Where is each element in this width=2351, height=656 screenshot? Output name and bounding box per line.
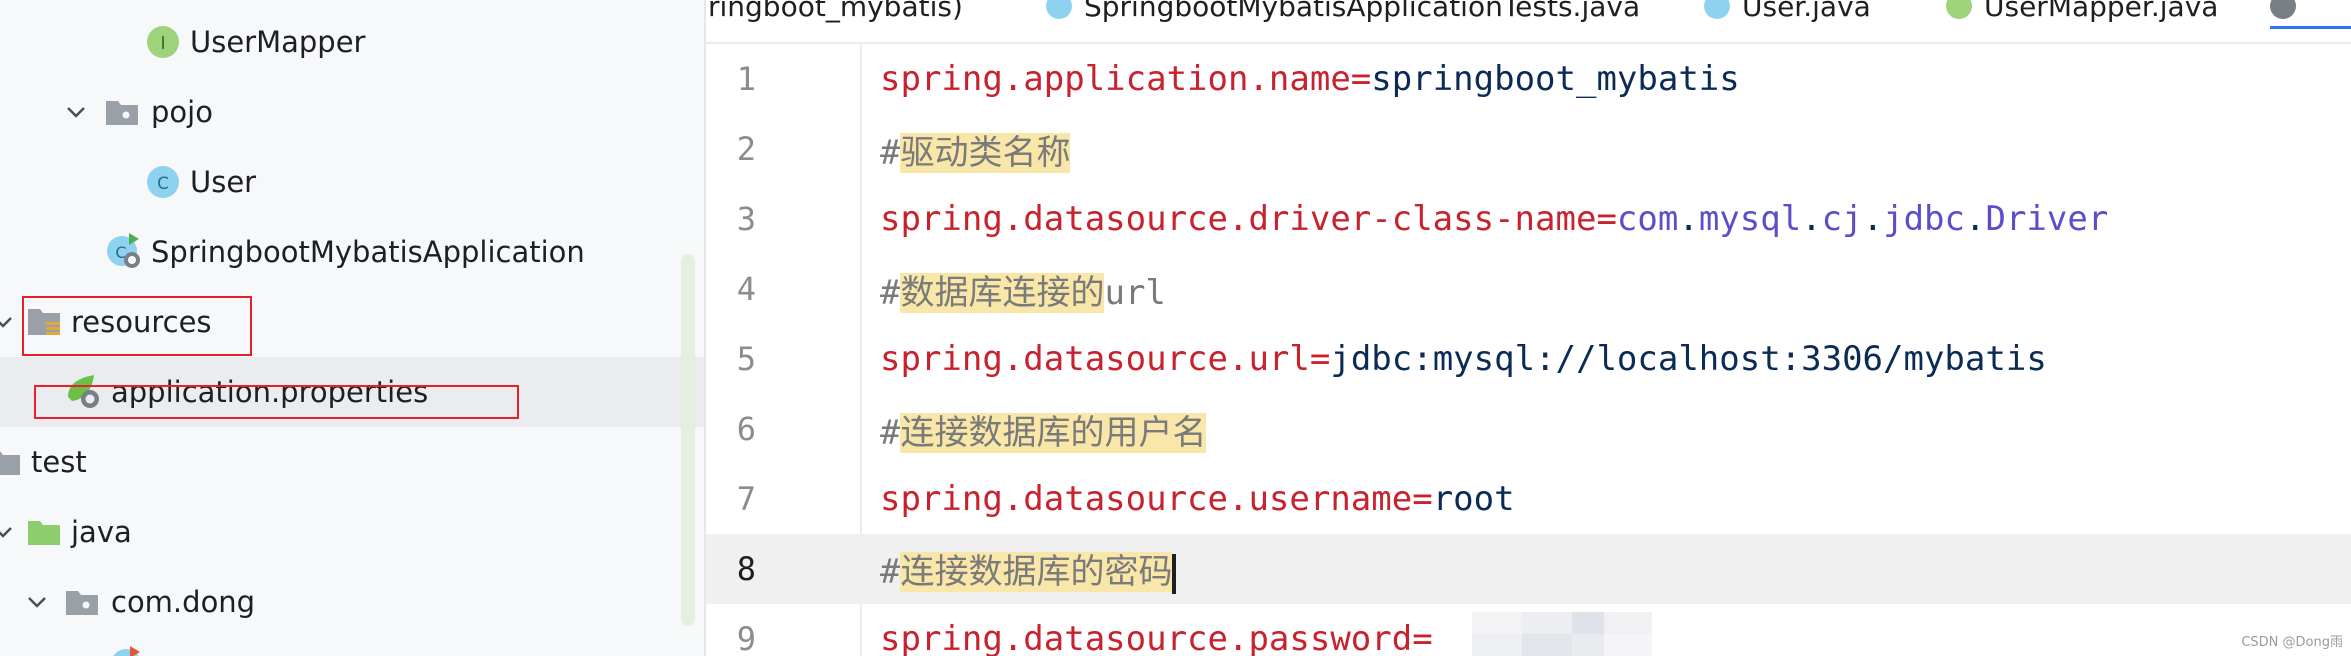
- tab-label: UserMapper.java: [1984, 0, 2219, 23]
- tree-scrollbar[interactable]: [681, 254, 695, 626]
- code-line[interactable]: 1 spring.application.name=springboot_myb…: [706, 44, 2351, 114]
- redacted-password: [1472, 612, 1652, 656]
- code-text: spring.application.name=springboot_mybat…: [880, 59, 1740, 99]
- editor-tab-bar: ringboot_mybatis) SpringbootMybatisAppli…: [706, 0, 2351, 44]
- code-line[interactable]: 4 #数据库连接的url: [706, 254, 2351, 324]
- interface-icon: [1946, 0, 1972, 19]
- tree-item-com-dong[interactable]: com.dong: [0, 567, 704, 637]
- code-text: spring.datasource.url=jdbc:mysql://local…: [880, 339, 2047, 379]
- tree-item-pojo[interactable]: pojo: [0, 77, 704, 147]
- code-text: spring.datasource.driver-class-name=com.…: [880, 199, 2109, 239]
- tree-item-usermapper[interactable]: I UserMapper: [0, 7, 704, 77]
- code-line[interactable]: 5 spring.datasource.url=jdbc:mysql://loc…: [706, 324, 2351, 394]
- project-tree-panel: I UserMapper pojo C User C SpringbootMyb…: [0, 0, 704, 656]
- code-line-current[interactable]: 8 #连接数据库的密码: [706, 534, 2351, 604]
- svg-text:I: I: [160, 33, 165, 54]
- code-text: spring.datasource.password=: [880, 619, 1433, 656]
- class-icon: [1046, 0, 1072, 19]
- line-number: 5: [736, 340, 756, 378]
- line-number: 4: [736, 270, 756, 308]
- annotation-box-application-properties: [34, 385, 519, 419]
- tree-item-label: java: [71, 515, 132, 549]
- text-caret: [1172, 553, 1177, 594]
- code-line[interactable]: 6 #连接数据库的用户名: [706, 394, 2351, 464]
- class-icon: [1704, 0, 1730, 19]
- package-folder-icon: [64, 584, 100, 620]
- tab-usermapper-java[interactable]: UserMapper.java: [1946, 0, 2218, 26]
- tree-item-label: pojo: [151, 95, 213, 129]
- code-comment: #连接数据库的用户名: [880, 412, 1207, 453]
- code-line[interactable]: 3 spring.datasource.driver-class-name=co…: [706, 184, 2351, 254]
- line-number: 2: [736, 130, 756, 168]
- code-line[interactable]: 2 #驱动类名称: [706, 114, 2351, 184]
- tree-item-test[interactable]: test: [0, 427, 704, 497]
- tree-item-springboot-app[interactable]: C SpringbootMybatisApplication: [0, 217, 704, 287]
- tab-label: User.java: [1742, 0, 1871, 23]
- chevron-down-icon[interactable]: [0, 309, 16, 335]
- line-number: 6: [736, 410, 756, 448]
- code-text: spring.datasource.username=root: [880, 479, 1515, 519]
- tab-label: SpringbootMybatisApplicationTests.java: [1084, 0, 1641, 23]
- tree-item-user[interactable]: C User: [0, 147, 704, 217]
- svg-text:C: C: [157, 174, 169, 194]
- chevron-down-icon[interactable]: [0, 519, 16, 545]
- tab-project[interactable]: ringboot_mybatis): [708, 0, 963, 26]
- tree-item-label: User: [190, 165, 257, 199]
- tree-item-label: com.dong: [111, 585, 256, 619]
- spring-boot-test-icon: [108, 646, 144, 656]
- tab-label: ringboot_mybatis): [708, 0, 963, 23]
- watermark: CSDN @Dong雨: [2241, 635, 2343, 650]
- tab-user-java[interactable]: User.java: [1704, 0, 1871, 26]
- line-number: 3: [736, 200, 756, 238]
- chevron-down-icon[interactable]: [24, 589, 50, 615]
- line-number: 8: [736, 550, 756, 588]
- line-number: 7: [736, 480, 756, 518]
- spring-properties-icon: [2270, 0, 2296, 19]
- editor-panel: ringboot_mybatis) SpringbootMybatisAppli…: [704, 0, 2351, 656]
- folder-icon: [0, 444, 22, 480]
- code-comment: #数据库连接的url: [880, 272, 1166, 313]
- chevron-down-icon[interactable]: [63, 99, 89, 125]
- tab-application-properties[interactable]: [2270, 0, 2351, 29]
- class-icon: C: [145, 164, 181, 200]
- tree-item-label: UserMapper: [190, 25, 366, 59]
- code-line[interactable]: 7 spring.datasource.username=root: [706, 464, 2351, 534]
- annotation-box-resources: [22, 296, 252, 356]
- tree-item-label: SpringbootMybatisApplication: [151, 235, 585, 269]
- test-sources-folder-icon: [26, 514, 62, 550]
- tab-springboot-tests[interactable]: SpringbootMybatisApplicationTests.java: [1046, 0, 1640, 26]
- interface-icon: I: [145, 24, 181, 60]
- code-comment: #连接数据库的密码: [880, 544, 1177, 594]
- line-number: 9: [736, 620, 756, 656]
- code-comment: #驱动类名称: [880, 132, 1071, 173]
- package-folder-icon: [104, 94, 140, 130]
- spring-boot-app-icon: C: [104, 231, 144, 271]
- tree-item-label: test: [31, 445, 87, 479]
- line-number: 1: [736, 60, 756, 98]
- tree-item-java[interactable]: java: [0, 497, 704, 567]
